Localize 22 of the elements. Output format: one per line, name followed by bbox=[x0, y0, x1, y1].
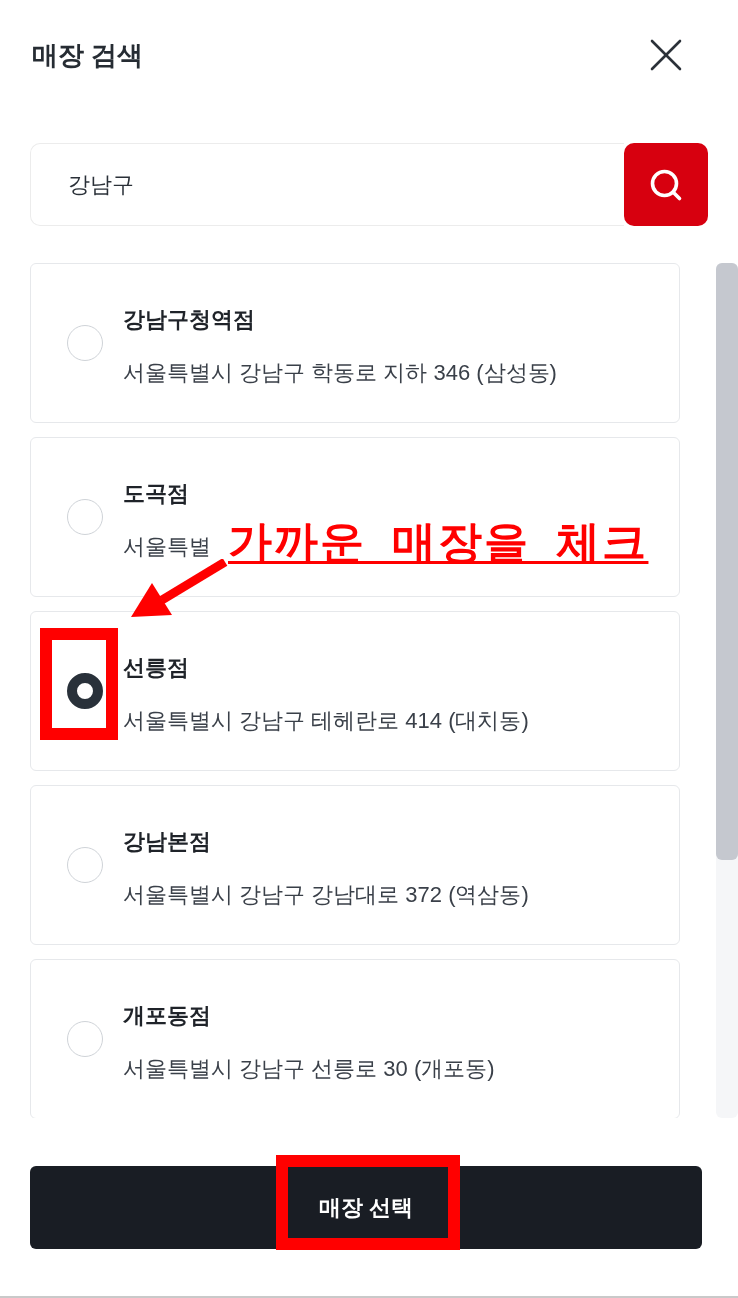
store-option[interactable]: 개포동점 서울특별시 강남구 선릉로 30 (개포동) bbox=[30, 959, 680, 1118]
close-icon[interactable] bbox=[650, 39, 682, 71]
store-name: 강남구청역점 bbox=[123, 305, 255, 334]
store-option[interactable]: 선릉점 서울특별시 강남구 테헤란로 414 (대치동) bbox=[30, 611, 680, 771]
radio-button[interactable] bbox=[67, 673, 103, 709]
store-name: 개포동점 bbox=[123, 1001, 211, 1030]
store-name: 도곡점 bbox=[123, 479, 189, 508]
select-store-button[interactable]: 매장 선택 bbox=[30, 1166, 702, 1249]
store-address: 서울특별시 강남구 강남대로 372 (역삼동) bbox=[123, 880, 529, 909]
store-name: 선릉점 bbox=[123, 653, 189, 682]
scrollbar-thumb[interactable] bbox=[716, 263, 738, 860]
store-name: 강남본점 bbox=[123, 827, 211, 856]
store-address: 서울특별시 강남구 선릉로 30 (개포동) bbox=[123, 1054, 495, 1083]
store-address: 서울특별시 강남구 테헤란로 414 (대치동) bbox=[123, 706, 529, 735]
search-button[interactable] bbox=[624, 143, 708, 226]
store-address: 서울특별 bbox=[123, 532, 211, 561]
store-option[interactable]: 강남구청역점 서울특별시 강남구 학동로 지하 346 (삼성동) bbox=[30, 263, 680, 423]
annotation-text: 가까운 매장을 체크 bbox=[228, 516, 649, 568]
store-address: 서울특별시 강남구 학동로 지하 346 (삼성동) bbox=[123, 358, 557, 387]
dialog-title: 매장 검색 bbox=[32, 39, 144, 72]
store-option[interactable]: 강남본점 서울특별시 강남구 강남대로 372 (역삼동) bbox=[30, 785, 680, 945]
search-field[interactable]: 강남구 bbox=[30, 143, 624, 226]
